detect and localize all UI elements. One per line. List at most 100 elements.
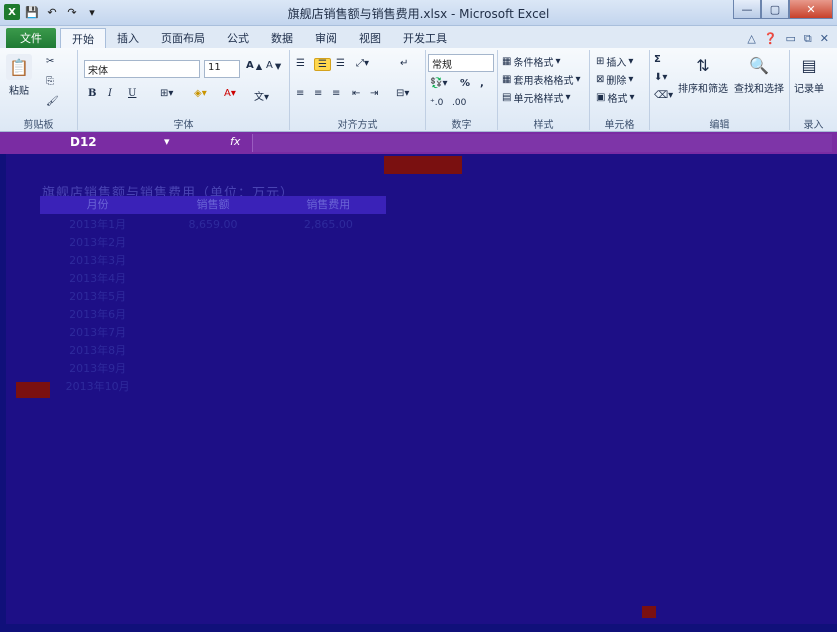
close-button[interactable]: ✕ <box>789 0 833 19</box>
tab-developer[interactable]: 开发工具 <box>392 28 458 48</box>
tab-page-layout[interactable]: 页面布局 <box>150 28 216 48</box>
cell-expense[interactable] <box>271 234 386 252</box>
cell-expense[interactable] <box>271 342 386 360</box>
cell-styles-button[interactable]: ▤ 单元格样式 ▾ <box>502 90 570 105</box>
doc-close-icon[interactable]: ✕ <box>820 32 829 46</box>
cell-sales[interactable] <box>155 252 270 270</box>
insert-function-button[interactable]: fx <box>230 135 240 148</box>
increase-decimal-icon[interactable]: ⁺.0 <box>430 98 443 108</box>
record-sheet-button[interactable]: ▤ 记录单 <box>794 52 824 96</box>
tab-insert[interactable]: 插入 <box>106 28 150 48</box>
doc-restore-icon[interactable]: ⧉ <box>804 32 812 46</box>
decrease-indent-icon[interactable]: ⇤ <box>352 88 360 99</box>
fill-color-icon[interactable]: ◈▾ <box>194 88 207 99</box>
minimize-button[interactable]: — <box>733 0 761 19</box>
insert-button[interactable]: ⊞ 插入 ▾ <box>596 54 633 69</box>
cell-sales[interactable] <box>155 378 270 396</box>
cell-expense[interactable] <box>271 306 386 324</box>
font-color-icon[interactable]: A▾ <box>224 88 236 99</box>
align-center-icon[interactable]: ≡ <box>314 88 322 99</box>
autosum-button[interactable]: Σ <box>654 54 661 65</box>
format-button[interactable]: ▣ 格式 ▾ <box>596 90 634 105</box>
bold-button[interactable]: B <box>88 88 96 99</box>
cell-month[interactable]: 2013年3月 <box>40 252 155 270</box>
cell-month[interactable]: 2013年8月 <box>40 342 155 360</box>
format-as-table-button[interactable]: ▦ 套用表格格式 ▾ <box>502 72 580 87</box>
tab-data[interactable]: 数据 <box>260 28 304 48</box>
delete-button[interactable]: ⊠ 删除 ▾ <box>596 72 633 87</box>
cell-sales[interactable] <box>155 360 270 378</box>
cell-expense[interactable] <box>271 378 386 396</box>
sort-filter-button[interactable]: ⇅ 排序和筛选 <box>678 52 728 96</box>
tab-home[interactable]: 开始 <box>60 28 106 48</box>
decrease-decimal-icon[interactable]: .00 <box>452 98 466 108</box>
italic-button[interactable]: I <box>108 88 112 99</box>
copy-icon[interactable]: ⎘ <box>46 76 54 87</box>
align-right-icon[interactable]: ≡ <box>332 88 340 99</box>
cells-group: ⊞ 插入 ▾ ⊠ 删除 ▾ ▣ 格式 ▾ 单元格 <box>590 50 650 131</box>
increase-indent-icon[interactable]: ⇥ <box>370 88 378 99</box>
percent-button[interactable]: % <box>460 78 470 89</box>
cell-sales[interactable] <box>155 234 270 252</box>
header-month[interactable]: 月份 <box>40 196 155 214</box>
name-box-dropdown-icon[interactable]: ▾ <box>164 135 170 148</box>
merge-center-icon[interactable]: ⊟▾ <box>396 88 409 99</box>
cell-month[interactable]: 2013年2月 <box>40 234 155 252</box>
phonetic-icon[interactable]: 文▾ <box>254 88 269 103</box>
formula-input[interactable] <box>252 134 832 152</box>
font-name-combo[interactable]: 宋体 <box>84 60 200 78</box>
wrap-text-icon[interactable]: ↵ <box>400 58 408 69</box>
table-format-icon: ▦ <box>502 74 512 85</box>
cut-icon[interactable]: ✂ <box>46 56 54 67</box>
cell-sales[interactable] <box>155 306 270 324</box>
cell-month[interactable]: 2013年9月 <box>40 360 155 378</box>
cell-sales[interactable] <box>155 288 270 306</box>
font-size-combo[interactable]: 11 <box>204 60 240 78</box>
comma-button[interactable]: , <box>480 78 484 89</box>
align-left-icon[interactable]: ≡ <box>296 88 304 99</box>
cell-expense[interactable] <box>271 360 386 378</box>
cell-month[interactable]: 2013年5月 <box>40 288 155 306</box>
tab-formulas[interactable]: 公式 <box>216 28 260 48</box>
collapse-ribbon-icon[interactable]: △ <box>747 32 755 46</box>
cell-sales[interactable]: 8,659.00 <box>155 216 270 234</box>
fill-icon[interactable]: ⬇▾ <box>654 72 667 83</box>
underline-button[interactable]: U <box>128 88 136 99</box>
shrink-font-icon[interactable]: A ▼ <box>266 60 281 71</box>
align-top-icon[interactable]: ☰ <box>296 58 305 69</box>
cell-expense[interactable] <box>271 288 386 306</box>
doc-minimize-icon[interactable]: ▭ <box>786 32 796 46</box>
worksheet-grid[interactable]: 旗舰店销售额与销售费用（单位：万元） 月份 销售额 销售费用 2013年1月 8… <box>6 154 837 624</box>
accounting-format-icon[interactable]: 💱▾ <box>430 78 447 89</box>
cell-month[interactable]: 2013年1月 <box>40 216 155 234</box>
cell-sales[interactable] <box>155 342 270 360</box>
find-select-button[interactable]: 🔍 查找和选择 <box>734 52 784 96</box>
cell-expense[interactable] <box>271 324 386 342</box>
cell-expense[interactable] <box>271 270 386 288</box>
cell-month[interactable]: 2013年6月 <box>40 306 155 324</box>
header-sales[interactable]: 销售额 <box>155 196 270 214</box>
cell-sales[interactable] <box>155 270 270 288</box>
cell-expense[interactable]: 2,865.00 <box>271 216 386 234</box>
tab-view[interactable]: 视图 <box>348 28 392 48</box>
align-bottom-icon[interactable]: ☰ <box>336 58 345 69</box>
orientation-icon[interactable]: ⤢▾ <box>356 58 369 69</box>
grow-font-icon[interactable]: A ▲ <box>246 60 262 71</box>
header-expense[interactable]: 销售费用 <box>271 196 386 214</box>
cell-sales[interactable] <box>155 324 270 342</box>
cell-month[interactable]: 2013年4月 <box>40 270 155 288</box>
format-painter-icon[interactable]: 🖌 <box>46 96 59 107</box>
tab-file[interactable]: 文件 <box>6 28 56 48</box>
clear-icon[interactable]: ⌫▾ <box>654 90 673 101</box>
maximize-button[interactable]: ▢ <box>761 0 789 19</box>
help-icon[interactable]: ❓ <box>764 32 778 46</box>
cell-month[interactable]: 2013年7月 <box>40 324 155 342</box>
number-format-combo[interactable]: 常规 <box>428 54 494 72</box>
cell-expense[interactable] <box>271 252 386 270</box>
conditional-format-button[interactable]: ▦ 条件格式 ▾ <box>502 54 560 69</box>
align-middle-icon[interactable]: ☰ <box>314 58 331 71</box>
cell-month[interactable]: 2013年10月 <box>40 378 155 396</box>
tab-review[interactable]: 审阅 <box>304 28 348 48</box>
paste-button[interactable]: 📋 粘贴 <box>6 54 32 97</box>
border-icon[interactable]: ⊞▾ <box>160 88 173 99</box>
